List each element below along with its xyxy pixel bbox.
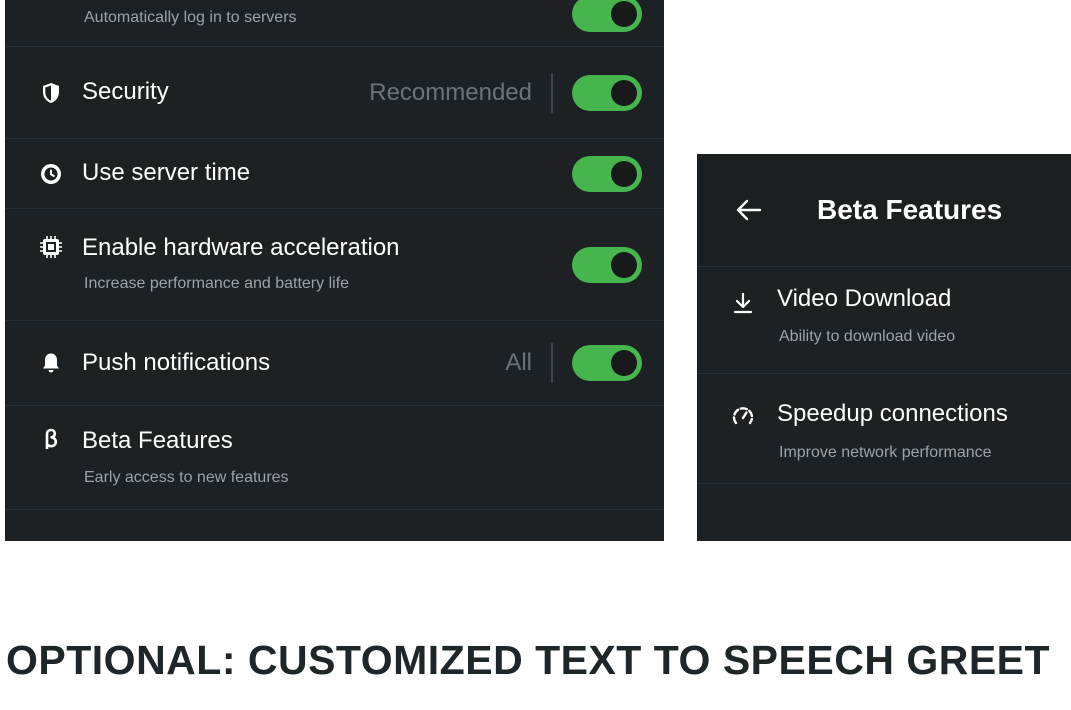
speedup-connections-subtitle: Improve network performance bbox=[779, 444, 992, 461]
page-title: Beta Features bbox=[817, 194, 1003, 225]
video-download-subtitle: Ability to download video bbox=[779, 328, 956, 345]
beta-features-subtitle: Early access to new features bbox=[84, 469, 289, 486]
beta-item-speedup-connections[interactable]: Speedup connections Improve network perf… bbox=[697, 373, 1071, 483]
speedometer-icon bbox=[731, 404, 755, 428]
chip-icon bbox=[39, 235, 63, 259]
server-time-title: Use server time bbox=[82, 159, 251, 186]
toggle-knob bbox=[611, 160, 637, 187]
hardware-acceleration-toggle[interactable] bbox=[572, 246, 642, 283]
back-arrow-icon[interactable] bbox=[735, 196, 763, 224]
settings-row-hardware-acceleration[interactable]: Enable hardware acceleration Increase pe… bbox=[5, 209, 664, 321]
toggle-knob bbox=[611, 1, 637, 27]
toggle-knob bbox=[611, 251, 637, 278]
vertical-separator bbox=[551, 72, 553, 113]
toggle-knob bbox=[611, 79, 637, 106]
toggle-knob bbox=[611, 350, 637, 376]
clock-icon bbox=[39, 162, 63, 186]
beta-item-empty bbox=[697, 483, 1071, 541]
settings-row-security[interactable]: Security Recommended bbox=[5, 47, 664, 139]
push-notifications-value[interactable]: All bbox=[505, 349, 532, 377]
settings-panel: Automatically log in to servers Security… bbox=[5, 0, 664, 541]
speedup-connections-title: Speedup connections bbox=[777, 400, 1008, 427]
beta-features-page: Beta Features Video Download Ability to … bbox=[697, 154, 1071, 541]
shield-icon bbox=[39, 81, 63, 105]
security-value[interactable]: Recommended bbox=[369, 79, 532, 107]
settings-row-empty bbox=[5, 510, 664, 541]
settings-row-auto-login[interactable]: Automatically log in to servers bbox=[5, 0, 664, 47]
download-icon bbox=[731, 291, 755, 315]
security-toggle[interactable] bbox=[572, 74, 642, 111]
auto-login-toggle[interactable] bbox=[572, 0, 642, 32]
push-notifications-title: Push notifications bbox=[82, 349, 271, 376]
bell-icon bbox=[39, 351, 63, 375]
push-notifications-toggle[interactable] bbox=[572, 345, 642, 381]
caption-heading: OPTIONAL: CUSTOMIZED TEXT TO SPEECH GREE… bbox=[6, 637, 1051, 683]
hardware-acceleration-subtitle: Increase performance and battery life bbox=[84, 275, 350, 292]
vertical-separator bbox=[551, 343, 553, 383]
settings-row-push-notifications[interactable]: Push notifications All bbox=[5, 321, 664, 406]
settings-row-server-time[interactable]: Use server time bbox=[5, 139, 664, 209]
video-download-title: Video Download bbox=[777, 285, 952, 312]
auto-login-subtitle: Automatically log in to servers bbox=[84, 9, 297, 26]
settings-row-beta-features[interactable]: Beta Features Early access to new featur… bbox=[5, 406, 664, 510]
hardware-acceleration-title: Enable hardware acceleration bbox=[82, 234, 400, 261]
server-time-toggle[interactable] bbox=[572, 155, 642, 192]
security-title: Security bbox=[82, 78, 169, 105]
app-bar: Beta Features bbox=[697, 154, 1071, 266]
beta-features-title: Beta Features bbox=[82, 427, 233, 454]
beta-item-video-download[interactable]: Video Download Ability to download video bbox=[697, 266, 1071, 373]
beta-icon bbox=[39, 427, 63, 451]
